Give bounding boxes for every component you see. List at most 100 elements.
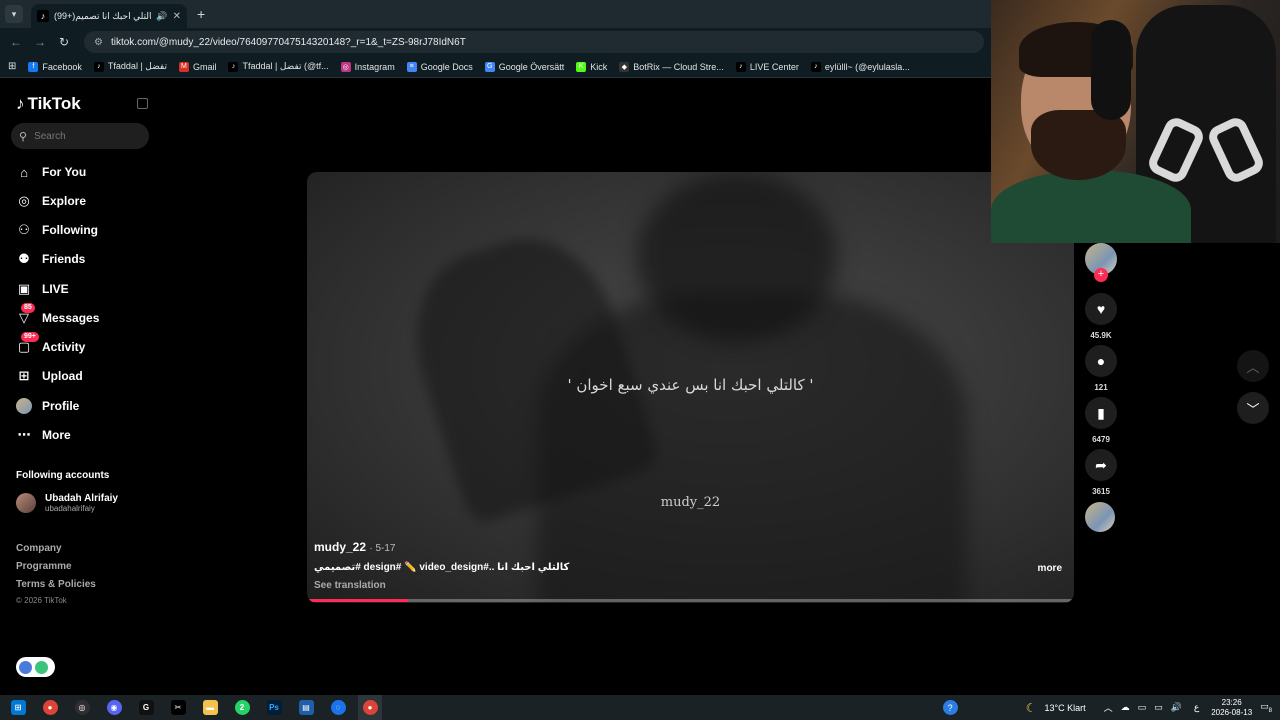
share-icon[interactable]: ➦	[1085, 449, 1117, 481]
search-input[interactable]	[34, 130, 135, 142]
sidebar-item-for-you[interactable]: ⌂ For You	[16, 164, 86, 180]
video-author-line[interactable]: mudy_22 · 5-17	[314, 540, 396, 554]
footer-programme-link[interactable]: Programme	[16, 561, 72, 572]
friends-icon: ⚉	[18, 251, 30, 266]
bookmark-item[interactable]: ♪ LIVE Center	[735, 61, 799, 72]
chrome-taskbar-icon[interactable]: ●	[38, 695, 62, 720]
apps-grid-icon[interactable]: ⊞	[8, 61, 16, 72]
browser-tab-active[interactable]: ♪ (99+)كالتلي احبك انا تصميم 🔊 ✕	[31, 4, 187, 28]
get-coins-button[interactable]	[16, 657, 55, 677]
bookmark-icon[interactable]: ▮	[1085, 397, 1117, 429]
video-author-name[interactable]: mudy_22	[314, 540, 366, 554]
network-icon[interactable]: ☁	[1121, 702, 1130, 713]
bookmark-item[interactable]: G Google Översätt	[484, 61, 564, 72]
bookmark-item[interactable]: ◆ BotRix — Cloud Stre...	[619, 61, 724, 72]
bookmark-item[interactable]: f Facebook	[28, 61, 82, 72]
save-action[interactable]: ▮ 6479	[1085, 397, 1117, 444]
windows-start-icon[interactable]: ⊞	[6, 695, 30, 720]
sidebar-item-live[interactable]: ▣ LIVE	[16, 281, 69, 297]
speaker-icon[interactable]: 🔊	[156, 11, 167, 22]
video-player[interactable]: ' كالتلي احبك انا بس عندي سبع اخوان ' mu…	[307, 172, 1074, 603]
follow-plus-icon[interactable]: +	[1094, 268, 1108, 282]
tab-close-icon[interactable]: ✕	[173, 11, 181, 22]
comment-icon[interactable]: ●	[1085, 345, 1117, 377]
clock-date: 2026-08-13	[1211, 707, 1253, 717]
previous-video-chevron-up-icon[interactable]: ︿	[1237, 350, 1269, 382]
whatsapp-taskbar-icon[interactable]: 2	[230, 695, 254, 720]
bookmark-item[interactable]: ◎ Instagram	[340, 61, 395, 72]
photoshop-taskbar-icon[interactable]: Ps	[262, 695, 286, 720]
next-video-chevron-down-icon[interactable]: ﹀	[1237, 392, 1269, 424]
system-tray: ? ☾ 13°C Klart ︿ ☁ ▭ ▭ 🔊 ع 23:26 2026-08…	[942, 695, 1280, 720]
comment-action[interactable]: ● 121	[1085, 345, 1117, 392]
bookmark-label: Tfaddal | تفضل (@tf...	[242, 61, 329, 71]
tray-overflow-chevron-icon[interactable]: ︿	[1104, 701, 1113, 714]
tab-title: (99+)كالتلي احبك انا تصميم	[54, 10, 152, 21]
sidebar-item-upload[interactable]: ⊞ Upload	[16, 368, 83, 384]
share-action[interactable]: ➦ 3615	[1085, 449, 1117, 496]
forward-icon[interactable]: →	[28, 35, 52, 49]
battery-icon[interactable]: ▭	[1138, 702, 1147, 713]
clock[interactable]: 23:26 2026-08-13	[1211, 698, 1252, 718]
bookmark-favicon-icon: ◎	[340, 61, 351, 72]
sidebar-item-activity[interactable]: ▢ 99+ Activity	[16, 332, 85, 355]
bookmark-item[interactable]: K Kick	[576, 61, 607, 72]
site-info-icon[interactable]: ⚙	[94, 37, 103, 48]
webcam-person-body	[991, 170, 1191, 243]
more-button[interactable]: more	[1038, 563, 1062, 574]
sidebar-item-explore[interactable]: ◎ Explore	[16, 193, 86, 209]
weather-text[interactable]: 13°C Klart	[1044, 703, 1085, 713]
bookmark-favicon-icon: ◆	[619, 61, 630, 72]
notification-icon[interactable]: ▭8	[1260, 701, 1272, 714]
heart-icon[interactable]: ♥	[1085, 293, 1117, 325]
tab-search-button[interactable]: ▾	[5, 5, 23, 23]
chrome-active-taskbar-icon[interactable]: ●	[358, 695, 382, 720]
back-icon[interactable]: ←	[4, 35, 28, 49]
video-progress-bar[interactable]	[309, 599, 1072, 602]
video-silhouette-head	[637, 172, 837, 342]
bookmark-item[interactable]: ≡ Google Docs	[406, 61, 473, 72]
volume-icon[interactable]: 🔊	[1171, 702, 1182, 713]
file-explorer-taskbar-icon[interactable]: ▬	[198, 695, 222, 720]
editor-taskbar-icon[interactable]: ▤	[294, 695, 318, 720]
tiktok-sidebar: ♪ TikTok ⚲ ⌂ For You ◎ Explore ⚇ Following ⚉ Fr…	[0, 80, 160, 695]
language-indicator[interactable]: ع	[1194, 702, 1199, 713]
capcut-taskbar-icon[interactable]: ✂	[166, 695, 190, 720]
bookmark-item[interactable]: M Gmail	[178, 61, 216, 72]
collapse-sidebar-icon[interactable]	[137, 98, 148, 109]
reload-icon[interactable]: ↻	[52, 35, 76, 49]
sidebar-item-more[interactable]: ⋯ More	[16, 427, 71, 443]
help-icon[interactable]: ?	[942, 700, 958, 715]
search-box[interactable]: ⚲	[11, 123, 149, 149]
video-date: · 5-17	[369, 543, 396, 554]
see-translation-link[interactable]: See translation	[314, 580, 386, 591]
sidebar-item-friends[interactable]: ⚉ Friends	[16, 251, 85, 267]
search-icon: ⚲	[19, 130, 28, 143]
app-taskbar-icon[interactable]: G	[134, 695, 158, 720]
upload-icon: ⊞	[18, 368, 30, 383]
sidebar-item-following[interactable]: ⚇ Following	[16, 222, 98, 238]
url-input[interactable]: ⚙ tiktok.com/@mudy_22/video/764097704751…	[84, 31, 984, 53]
sidebar-item-profile[interactable]: Profile	[16, 398, 79, 414]
sidebar-item-messages[interactable]: ▽ 85 Messages	[16, 303, 99, 326]
sidebar-item-label: More	[42, 428, 71, 442]
bookmark-item[interactable]: ♪ Tfaddal | تفضل (@tf...	[228, 61, 329, 72]
discord-taskbar-icon[interactable]: ◉	[102, 695, 126, 720]
browser-taskbar-icon[interactable]: ◌	[326, 695, 350, 720]
footer-terms-link[interactable]: Terms & Policies	[16, 579, 96, 590]
share-count: 3615	[1092, 487, 1110, 496]
footer-company-link[interactable]: Company	[16, 543, 62, 554]
tiktok-logo[interactable]: ♪ TikTok	[16, 94, 81, 114]
like-action[interactable]: ♥ 45.9K	[1085, 293, 1117, 340]
music-disc-icon[interactable]	[1085, 502, 1115, 532]
bookmark-item[interactable]: ♪ eylülll~ (@eylulasla...	[810, 61, 910, 72]
new-tab-button[interactable]: +	[197, 6, 205, 22]
display-icon[interactable]: ▭	[1154, 702, 1163, 713]
coin-icon	[19, 660, 32, 674]
clock-time: 23:26	[1221, 697, 1242, 707]
obs-taskbar-icon[interactable]: ◎	[70, 695, 94, 720]
bookmark-favicon-icon: K	[576, 61, 587, 72]
following-account-item[interactable]: Ubadah Alrifaiy ubadahalrifaiy	[16, 493, 118, 513]
bookmark-item[interactable]: ♪ Tfaddal | تفضل	[93, 61, 167, 72]
bookmark-label: Tfaddal | تفضل	[107, 61, 167, 71]
